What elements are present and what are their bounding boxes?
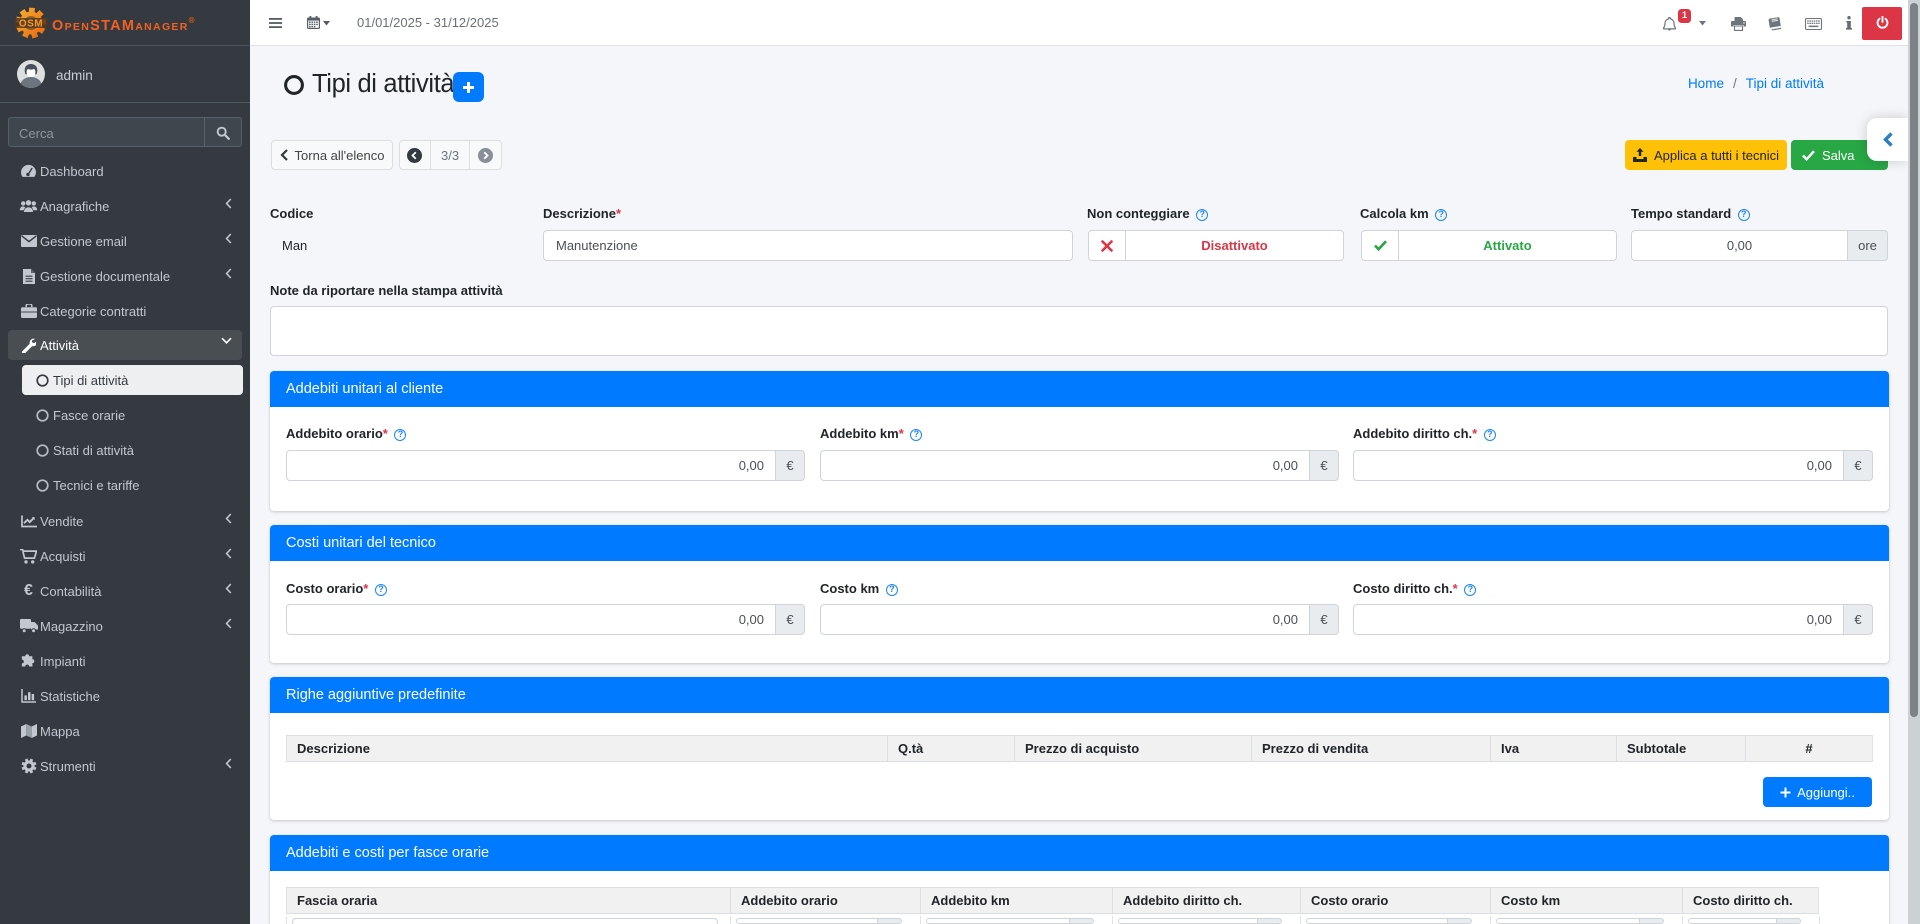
svg-text:OSM: OSM xyxy=(19,19,43,30)
